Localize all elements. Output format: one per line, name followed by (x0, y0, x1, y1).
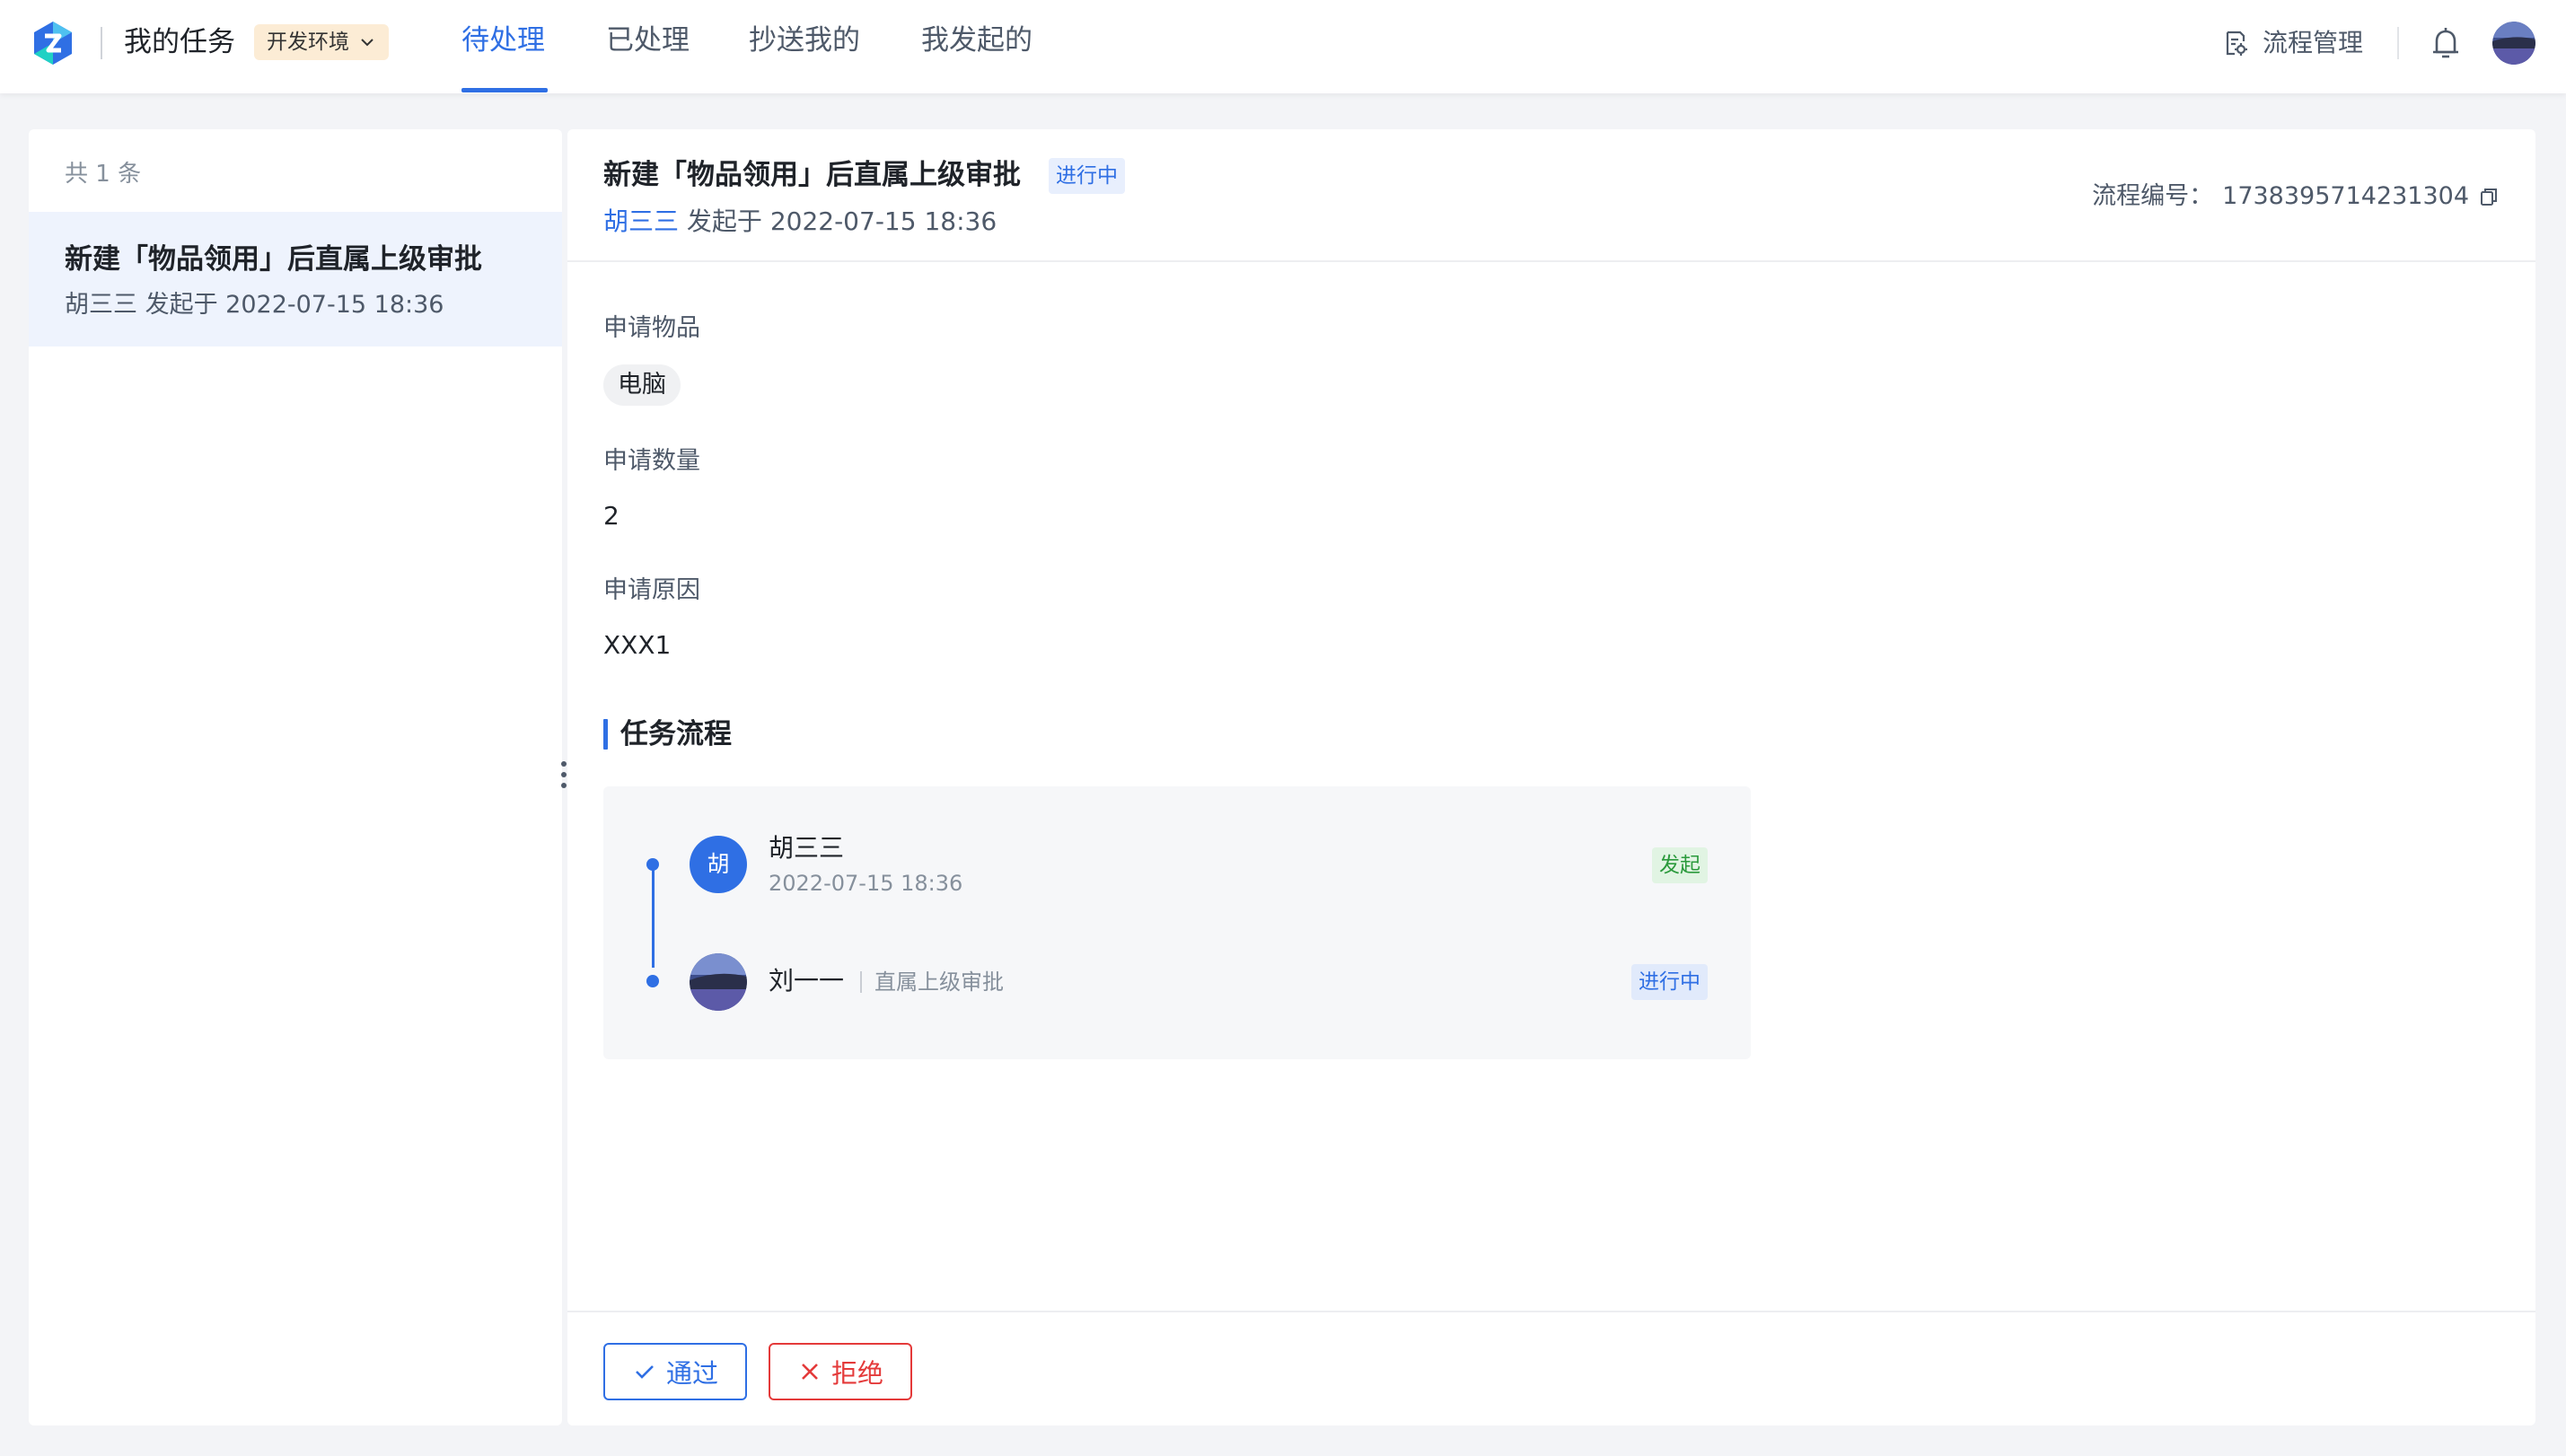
process-number-label: 流程编号： (2092, 182, 2214, 210)
field-value-quantity: 2 (603, 501, 620, 531)
document-settings-icon (2226, 31, 2247, 56)
list-item[interactable]: 新建「物品领用」后直属上级审批 胡三三 发起于 2022-07-15 18:36 (29, 212, 562, 346)
process-number: 流程编号： 1738395714231304 (2092, 178, 2500, 215)
approve-label: 通过 (665, 1358, 718, 1389)
initiator-link[interactable]: 胡三三 (603, 206, 679, 236)
check-icon (636, 1365, 654, 1379)
action-bar: 通过 拒绝 (567, 1311, 2535, 1425)
flow-name-approver: 刘一一 (769, 966, 845, 996)
status-badge: 进行中 (1049, 158, 1125, 194)
initiated-time: 发起于 2022-07-15 18:36 (686, 206, 997, 236)
flow-section-title: 任务流程 (603, 715, 732, 754)
list-item-subtitle: 胡三三 发起于 2022-07-15 18:36 (65, 291, 444, 319)
flow-separator (860, 971, 862, 993)
process-number-value: 1738395714231304 (2222, 182, 2469, 210)
detail-subtitle: 胡三三 发起于 2022-07-15 18:36 (603, 203, 997, 241)
task-flow-timeline: 胡 胡三三 2022-07-15 18:36 发起 刘一一 直属上级审批 进行中 (603, 786, 1751, 1059)
logo-divider (101, 27, 102, 59)
detail-title: 新建「物品领用」后直属上级审批 (603, 159, 1021, 191)
approve-button[interactable]: 通过 (603, 1343, 747, 1400)
field-label-reason: 申请原因 (603, 576, 700, 604)
detail-header: 新建「物品领用」后直属上级审批 进行中 胡三三 发起于 2022-07-15 1… (567, 129, 2535, 262)
task-count: 共 1 条 (65, 161, 142, 188)
tab-pending[interactable]: 待处理 (461, 20, 545, 61)
section-accent-bar (603, 719, 608, 750)
tab-processed[interactable]: 已处理 (606, 20, 690, 61)
flow-avatar-initiator: 胡 (690, 836, 747, 893)
app-logo[interactable] (31, 20, 75, 66)
bell-icon[interactable] (2428, 25, 2464, 63)
reject-button[interactable]: 拒绝 (769, 1343, 912, 1400)
task-list-panel: 共 1 条 新建「物品领用」后直属上级审批 胡三三 发起于 2022-07-15… (29, 129, 562, 1425)
header-divider (2397, 27, 2399, 59)
field-label-item: 申请物品 (603, 314, 700, 342)
field-label-quantity: 申请数量 (603, 447, 700, 475)
app-title: 我的任务 (124, 26, 235, 58)
user-avatar[interactable] (2492, 22, 2535, 65)
flow-tag-initiated: 发起 (1652, 847, 1708, 883)
timeline-dot (646, 975, 659, 987)
tab-initiated[interactable]: 我发起的 (921, 20, 1033, 61)
process-management-button[interactable]: 流程管理 (2221, 23, 2363, 63)
env-selector[interactable]: 开发环境 (254, 24, 389, 60)
active-tab-indicator (461, 88, 548, 92)
process-management-label: 流程管理 (2263, 28, 2364, 57)
close-icon (802, 1364, 818, 1380)
list-item-title: 新建「物品领用」后直属上级审批 (65, 243, 482, 276)
top-header: 我的任务 开发环境 待处理 已处理 抄送我的 我发起的 流程管理 (0, 0, 2566, 93)
task-detail-panel: 新建「物品领用」后直属上级审批 进行中 胡三三 发起于 2022-07-15 1… (567, 129, 2535, 1425)
flow-name-initiator: 胡三三 (769, 833, 845, 863)
env-label: 开发环境 (267, 31, 349, 54)
field-value-item-chip: 电脑 (603, 364, 681, 406)
timeline-line (652, 869, 655, 968)
tab-cc-me[interactable]: 抄送我的 (749, 20, 860, 61)
field-value-reason: XXX1 (603, 630, 672, 660)
chevron-down-icon (361, 39, 373, 47)
flow-node-name: 直属上级审批 (874, 969, 1004, 995)
panel-resize-handle[interactable] (560, 761, 567, 797)
flow-section-title-text: 任务流程 (620, 718, 732, 750)
copy-icon[interactable] (2478, 186, 2500, 207)
flow-tag-in-progress: 进行中 (1631, 964, 1708, 1000)
reject-label: 拒绝 (830, 1358, 883, 1389)
flow-time-initiator: 2022-07-15 18:36 (769, 871, 963, 896)
flow-avatar-approver (690, 953, 747, 1011)
